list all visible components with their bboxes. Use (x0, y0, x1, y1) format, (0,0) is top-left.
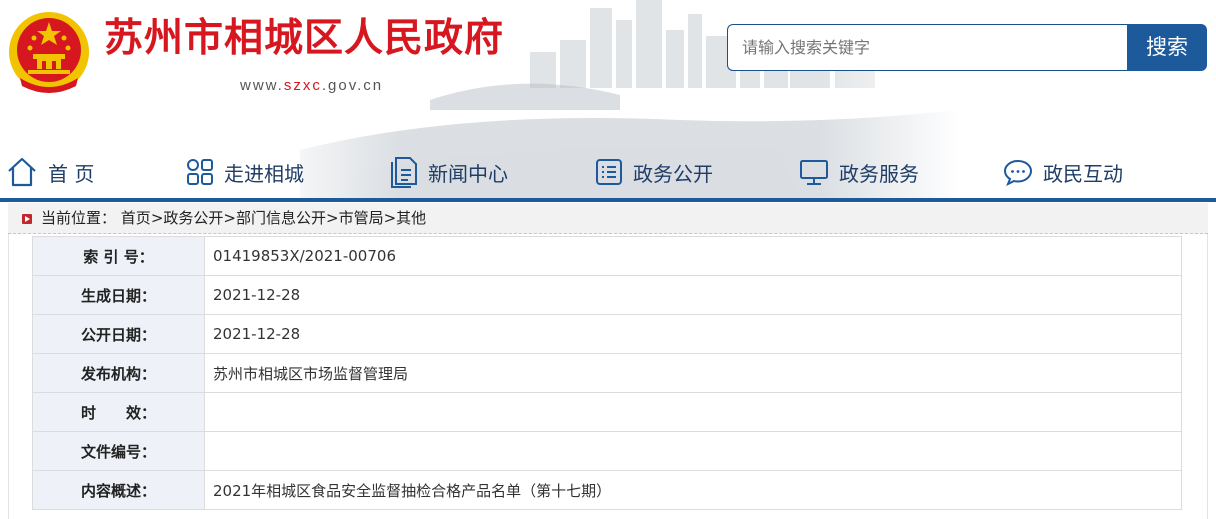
table-row: 内容概述： 2021年相城区食品安全监督抽检合格产品名单（第十七期） (32, 470, 1182, 510)
national-emblem-icon (9, 12, 89, 93)
created-date-value: 2021-12-28 (204, 275, 1182, 315)
breadcrumb-separator: > (223, 209, 236, 227)
monitor-icon (800, 160, 828, 185)
index-number-value: 01419853X/2021-00706 (204, 236, 1182, 276)
summary-label: 内容概述： (32, 470, 205, 510)
nav-item-news[interactable]: 新闻中心 (390, 150, 508, 194)
domain-highlight: szxc (283, 77, 322, 94)
nav-label-interaction: 政民互动 (1043, 161, 1123, 186)
breadcrumb-link-market-bureau[interactable]: 市管局 (339, 209, 384, 227)
publisher-value: 苏州市相城区市场监督管理局 (204, 353, 1182, 393)
search-input[interactable] (727, 24, 1127, 71)
table-row: 发布机构： 苏州市相城区市场监督管理局 (32, 353, 1182, 393)
site-domain: www.szxc.gov.cn (240, 77, 383, 94)
main-nav: 首 页 走进相城 新闻中心 政务公开 政务服务 政民互动 (0, 150, 1216, 194)
chat-icon (1003, 159, 1033, 186)
document-info-table: 索 引 号： 01419853X/2021-00706 生成日期： 2021-1… (32, 236, 1182, 510)
breadcrumb-separator: > (326, 209, 339, 227)
search-button[interactable]: 搜索 (1127, 24, 1207, 71)
index-number-label: 索 引 号： (32, 236, 205, 276)
nav-label-news: 新闻中心 (428, 161, 508, 186)
domain-suffix: .gov.cn (321, 77, 384, 94)
breadcrumb-link-dept-info[interactable]: 部门信息公开 (236, 209, 326, 227)
breadcrumb-prefix: 当前位置： (41, 209, 117, 227)
publish-date-value: 2021-12-28 (204, 314, 1182, 354)
breadcrumb-text: 当前位置： 首页>政务公开>部门信息公开>市管局>其他 (41, 203, 426, 234)
breadcrumb-link-gov-open[interactable]: 政务公开 (163, 209, 223, 227)
breadcrumb-separator: > (150, 209, 164, 227)
summary-value: 2021年相城区食品安全监督抽检合格产品名单（第十七期） (204, 470, 1182, 510)
table-row: 公开日期： 2021-12-28 (32, 314, 1182, 354)
nav-label-gov-service: 政务服务 (839, 161, 919, 186)
document-icon (391, 157, 417, 188)
site-title: 苏州市相城区人民政府 (104, 16, 505, 61)
publisher-label: 发布机构： (32, 353, 205, 393)
document-number-value (204, 431, 1182, 471)
validity-value (204, 392, 1182, 432)
home-icon (8, 157, 36, 187)
nav-item-gov-open[interactable]: 政务公开 (595, 150, 713, 194)
list-icon (596, 159, 622, 185)
location-marker-icon (22, 214, 32, 224)
nav-item-gov-service[interactable]: 政务服务 (799, 150, 919, 194)
nav-label-home: 首 页 (48, 161, 95, 186)
table-row: 生成日期： 2021-12-28 (32, 275, 1182, 315)
nav-label-gov-open: 政务公开 (633, 161, 713, 186)
table-row: 索 引 号： 01419853X/2021-00706 (32, 236, 1182, 276)
publish-date-label: 公开日期： (32, 314, 205, 354)
nav-item-about[interactable]: 走进相城 (186, 150, 304, 194)
domain-prefix: www. (240, 77, 284, 94)
nav-divider (0, 198, 1216, 202)
content-panel: 索 引 号： 01419853X/2021-00706 生成日期： 2021-1… (8, 234, 1208, 519)
breadcrumb-link-other[interactable]: 其他 (396, 209, 426, 227)
breadcrumb: 当前位置： 首页>政务公开>部门信息公开>市管局>其他 (8, 203, 1208, 234)
document-number-label: 文件编号： (32, 431, 205, 471)
table-row: 时 效： (32, 392, 1182, 432)
validity-label: 时 效： (32, 392, 205, 432)
breadcrumb-separator: > (383, 209, 397, 227)
table-row: 文件编号： (32, 431, 1182, 471)
grid-icon (187, 159, 213, 185)
nav-item-home[interactable]: 首 页 (6, 150, 94, 194)
created-date-label: 生成日期： (32, 275, 205, 315)
nav-item-interaction[interactable]: 政民互动 (1003, 150, 1123, 194)
nav-label-about: 走进相城 (224, 161, 304, 186)
breadcrumb-link-home[interactable]: 首页 (121, 209, 151, 227)
